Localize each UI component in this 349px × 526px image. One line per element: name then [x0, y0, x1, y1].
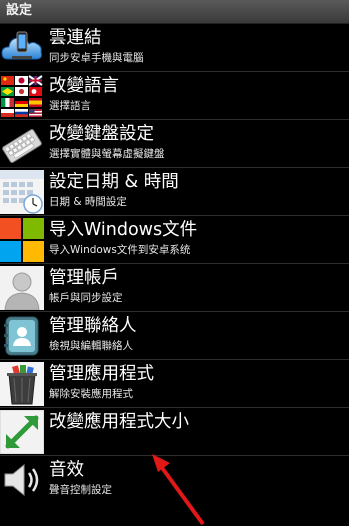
settings-item-sound[interactable]: 音效 聲音控制設定	[0, 456, 349, 497]
settings-item-language[interactable]: 改變語言 選擇語言	[0, 72, 349, 120]
item-title: 管理應用程式	[49, 364, 154, 384]
contacts-book-icon	[4, 316, 39, 356]
cloud-phone-icon	[1, 31, 42, 60]
item-subtitle: 导入Windows文件到安卓系统	[49, 244, 191, 256]
page-title: 設定	[6, 3, 33, 18]
item-title: 改變應用程式大小	[49, 412, 189, 432]
calendar-icon	[0, 170, 44, 214]
item-subtitle: 解除安裝應用程式	[49, 388, 133, 400]
resize-arrows-icon	[0, 410, 44, 454]
item-subtitle: 帳戶與同步設定	[49, 292, 123, 304]
settings-item-resize-apps[interactable]: 改變應用程式大小	[0, 408, 349, 456]
language-flags-icon	[1, 75, 43, 117]
keyboard-icon	[2, 129, 42, 163]
settings-item-cloud-connect[interactable]: 雲連結 同步安卓手機與電腦	[0, 24, 349, 72]
settings-item-manage-apps[interactable]: 管理應用程式 解除安裝應用程式	[0, 360, 349, 408]
item-title: 改變語言	[49, 76, 119, 96]
item-title: 設定日期 & 時間	[49, 172, 179, 192]
item-subtitle: 選擇語言	[49, 100, 91, 112]
item-title: 管理聯絡人	[49, 316, 137, 336]
settings-list: 雲連結 同步安卓手機與電腦 改變語言 選擇語言 改變鍵盤設定 選擇實體與螢幕虛擬…	[0, 24, 349, 497]
recycle-bin-icon	[0, 362, 44, 406]
item-subtitle: 聲音控制設定	[49, 484, 112, 496]
settings-item-keyboard[interactable]: 改變鍵盤設定 選擇實體與螢幕虛擬鍵盤	[0, 120, 349, 168]
item-title: 改變鍵盤設定	[49, 124, 154, 144]
settings-item-date-time[interactable]: 設定日期 & 時間 日期 & 時間設定	[0, 168, 349, 216]
settings-item-import-windows[interactable]: 导入Windows文件 导入Windows文件到安卓系统	[0, 216, 349, 264]
item-title: 管理帳戶	[49, 268, 119, 288]
speaker-icon	[4, 463, 39, 497]
item-title: 音效	[49, 460, 84, 480]
windows-logo-icon	[0, 218, 44, 262]
item-subtitle: 同步安卓手機與電腦	[49, 52, 144, 64]
item-title: 导入Windows文件	[49, 220, 198, 240]
item-subtitle: 檢視與編輯聯絡人	[49, 340, 133, 352]
user-account-icon	[0, 266, 44, 310]
settings-item-accounts[interactable]: 管理帳戶 帳戶與同步設定	[0, 264, 349, 312]
item-subtitle: 選擇實體與螢幕虛擬鍵盤	[49, 148, 165, 160]
item-title: 雲連結	[49, 28, 102, 48]
settings-item-contacts[interactable]: 管理聯絡人 檢視與編輯聯絡人	[0, 312, 349, 360]
title-bar: 設定	[0, 0, 349, 24]
item-subtitle: 日期 & 時間設定	[49, 196, 127, 208]
